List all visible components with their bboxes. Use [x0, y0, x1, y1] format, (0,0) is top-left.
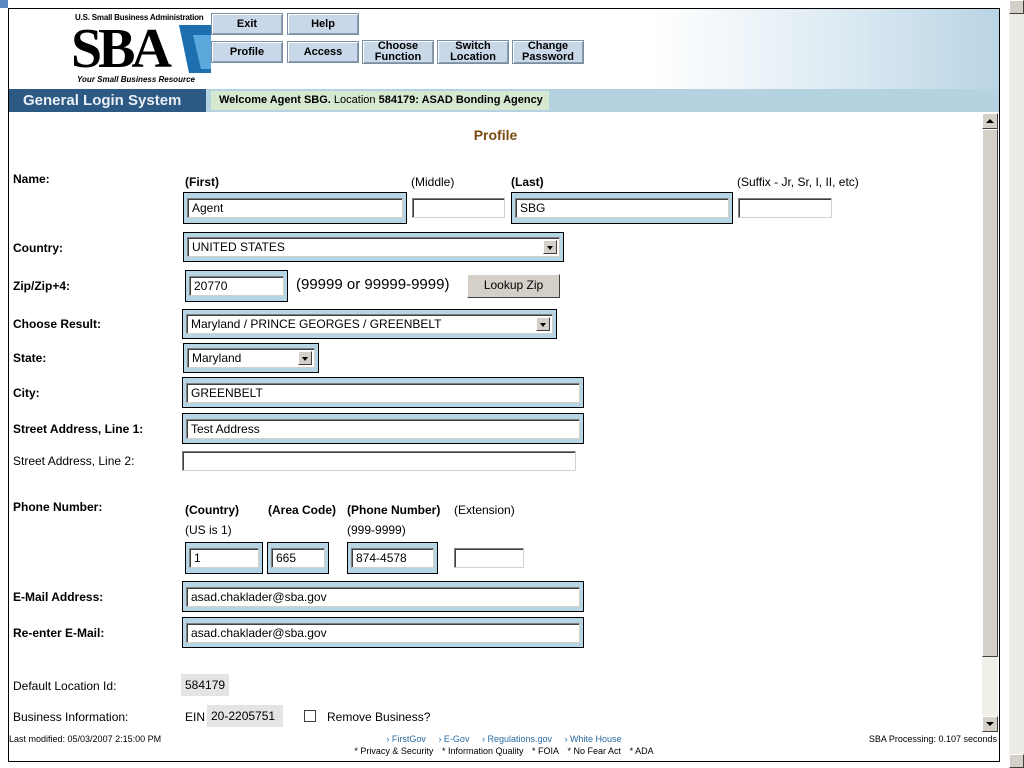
firstgov-link[interactable]: › FirstGov	[386, 734, 426, 744]
first-name-input[interactable]: Agent	[187, 198, 403, 218]
reenter-email-input[interactable]: asad.chaklader@sba.gov	[186, 623, 580, 643]
phone-number-label: (Phone Number)	[347, 503, 441, 517]
content-scrollbar[interactable]	[982, 113, 998, 732]
ein-label: EIN	[185, 710, 206, 724]
egov-link[interactable]: › E-Gov	[438, 734, 469, 744]
welcome-message: Welcome Agent SBG. Location 584179: ASAD…	[211, 91, 549, 110]
email-input[interactable]: asad.chaklader@sba.gov	[186, 587, 580, 607]
suffix-input[interactable]	[738, 198, 832, 218]
name-label: Name:	[13, 172, 50, 186]
zip-label: Zip/Zip+4:	[13, 279, 70, 293]
window-scroll-down-icon[interactable]	[1009, 754, 1024, 768]
access-button[interactable]: Access	[287, 41, 359, 63]
footer: Last modified: 05/03/2007 2:15:00 PM › F…	[9, 732, 999, 761]
phone-area-label: (Area Code)	[268, 503, 337, 517]
phone-ext-input[interactable]	[454, 548, 524, 568]
phone-ext-label: (Extension)	[454, 503, 515, 517]
phone-label: Phone Number:	[13, 500, 103, 514]
zip-input[interactable]: 20770	[189, 276, 284, 296]
ada-link[interactable]: * ADA	[630, 746, 654, 756]
choose-result-label: Choose Result:	[13, 317, 102, 331]
scroll-down-button[interactable]	[982, 716, 998, 732]
arrow-down-icon	[986, 722, 994, 726]
city-input[interactable]: GREENBELT	[186, 383, 580, 403]
scroll-up-button[interactable]	[982, 113, 998, 129]
information-quality-link[interactable]: * Information Quality	[442, 746, 524, 756]
page-title: Profile	[473, 127, 518, 143]
choose-result-value: Maryland / PRINCE GEORGES / GREENBELT	[191, 317, 442, 331]
middle-name-label: (Middle)	[411, 175, 455, 189]
default-location-label: Default Location Id:	[13, 679, 117, 693]
last-name-label: (Last)	[511, 175, 544, 189]
choose-result-select[interactable]: Maryland / PRINCE GEORGES / GREENBELT	[186, 314, 553, 334]
city-label: City:	[13, 386, 40, 400]
white-house-link[interactable]: › White House	[565, 734, 622, 744]
business-info-label: Business Information:	[13, 710, 129, 724]
remove-business-checkbox[interactable]	[304, 710, 316, 722]
header: U.S. Small Business Administration SBA Y…	[9, 9, 999, 89]
chevron-down-icon[interactable]	[536, 317, 550, 331]
window-scroll-up-icon[interactable]	[1009, 0, 1024, 14]
no-fear-act-link[interactable]: * No Fear Act	[568, 746, 622, 756]
phone-number-hint: (999-9999)	[347, 523, 406, 537]
street-line2-label: Street Address, Line 2:	[13, 454, 135, 468]
phone-number-input[interactable]: 874-4578	[351, 548, 434, 568]
main-frame: U.S. Small Business Administration SBA Y…	[8, 8, 1000, 762]
scroll-thumb[interactable]	[982, 129, 998, 657]
footer-links: › FirstGov › E-Gov › Regulations.gov › W…	[9, 734, 999, 744]
state-label: State:	[13, 351, 47, 365]
phone-country-label: (Country)	[185, 503, 239, 517]
middle-name-input[interactable]	[412, 198, 505, 218]
arrow-up-icon	[986, 119, 994, 123]
remove-business-label: Remove Business?	[327, 710, 431, 724]
street-line1-input[interactable]: Test Address	[186, 419, 580, 439]
title-bar: General Login System Welcome Agent SBG. …	[9, 89, 999, 112]
location-value: 584179: ASAD Bonding Agency	[378, 94, 543, 106]
country-label: Country:	[13, 241, 63, 255]
phone-country-input[interactable]: 1	[189, 548, 259, 568]
country-select[interactable]: UNITED STATES	[187, 237, 560, 257]
location-label: Location	[333, 94, 376, 106]
change-password-button[interactable]: Change Password	[512, 40, 584, 64]
chevron-down-icon[interactable]	[543, 240, 557, 254]
regulations-link[interactable]: › Regulations.gov	[482, 734, 552, 744]
app-name: General Login System	[9, 89, 206, 112]
exit-button[interactable]: Exit	[211, 13, 283, 35]
country-select-value: UNITED STATES	[192, 240, 285, 254]
reenter-email-label: Re-enter E-Mail:	[13, 626, 105, 640]
page-icon	[0, 0, 8, 8]
privacy-link[interactable]: * Privacy & Security	[354, 746, 433, 756]
state-select[interactable]: Maryland	[187, 348, 315, 368]
switch-location-button[interactable]: Switch Location	[437, 40, 509, 64]
zip-format-hint: (99999 or 99999-9999)	[296, 276, 450, 293]
foia-link[interactable]: * FOIA	[532, 746, 559, 756]
phone-area-input[interactable]: 665	[271, 548, 325, 568]
help-button[interactable]: Help	[287, 13, 359, 35]
profile-form: Profile Name: (First) (Middle) (Last) (S…	[9, 112, 982, 732]
processing-time: SBA Processing: 0.107 seconds	[868, 734, 997, 744]
sba-logo: U.S. Small Business Administration SBA Y…	[71, 11, 211, 87]
logo-sail-icon	[179, 25, 211, 73]
footer-policy-links: * Privacy & Security * Information Quali…	[9, 746, 999, 756]
choose-function-button[interactable]: Choose Function	[362, 40, 434, 64]
state-select-value: Maryland	[192, 351, 242, 365]
street-line2-input[interactable]	[182, 451, 576, 471]
ein-value: 20-2205751	[207, 705, 283, 727]
lookup-zip-button[interactable]: Lookup Zip	[467, 274, 560, 298]
street-line1-label: Street Address, Line 1:	[13, 422, 144, 436]
default-location-value: 584179	[181, 674, 229, 696]
email-label: E-Mail Address:	[13, 590, 104, 604]
logo-tagline: Your Small Business Resource	[77, 75, 195, 84]
last-name-input[interactable]: SBG	[515, 198, 729, 218]
suffix-label: (Suffix - Jr, Sr, I, II, etc)	[737, 175, 859, 189]
window-scrollbar[interactable]	[1009, 0, 1024, 768]
first-name-label: (First)	[185, 175, 219, 189]
welcome-text: Welcome Agent SBG.	[219, 94, 331, 106]
chevron-down-icon[interactable]	[298, 351, 312, 365]
phone-country-hint: (US is 1)	[185, 523, 232, 537]
profile-button[interactable]: Profile	[211, 41, 283, 63]
